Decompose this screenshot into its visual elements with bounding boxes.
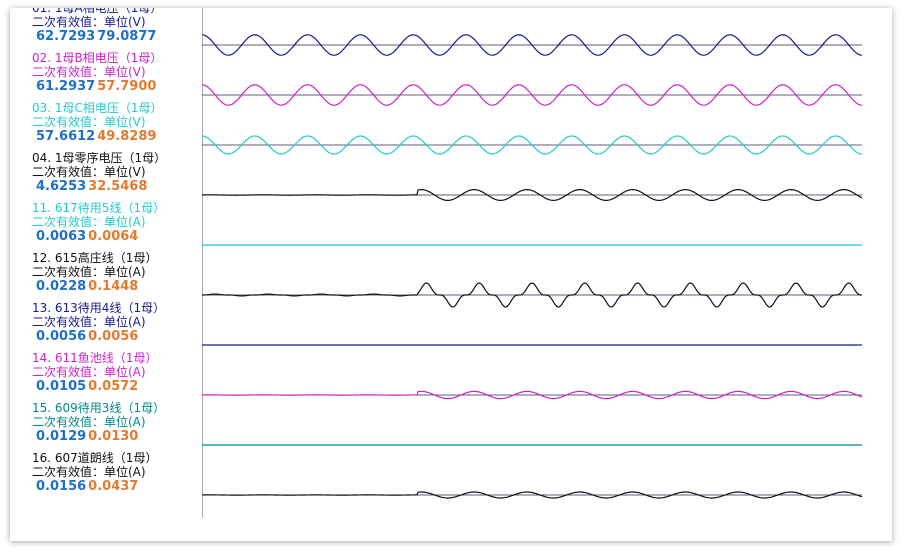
rms-value-cursor1: 0.0228 <box>36 279 87 294</box>
channel-unit-label: 二次有效值：单位(A) <box>32 365 146 379</box>
waveform-panel: 01. 1母A相电压（1母） 二次有效值：单位(V) 62.7293 79.0877 0… <box>10 8 892 541</box>
channel-unit-label: 二次有效值：单位(A) <box>32 415 146 429</box>
rms-value-cursor1: 0.0129 <box>36 429 87 444</box>
channel-title: 13. 613待用4线（1母） <box>32 301 166 315</box>
channel-unit-label: 二次有效值：单位(A) <box>32 265 146 279</box>
channel-label-5[interactable]: 11. 617待用5线（1母） 二次有效值：单位(A) 0.0063 0.0064 <box>10 201 202 251</box>
channel-title: 03. 1母C相电压（1母） <box>32 101 163 115</box>
channel-unit-label: 二次有效值：单位(V) <box>32 115 146 129</box>
channel-title: 02. 1母B相电压（1母） <box>32 51 163 65</box>
channel-unit-label: 二次有效值：单位(V) <box>32 15 146 29</box>
waveform-plot-area[interactable] <box>202 8 882 518</box>
channel-label-10[interactable]: 16. 607道朗线（1母） 二次有效值：单位(A) 0.0156 0.0437 <box>10 451 202 501</box>
channel-unit-label: 二次有效值：单位(V) <box>32 165 146 179</box>
channel-unit-label: 二次有效值：单位(V) <box>32 65 146 79</box>
rms-value-cursor2: 79.0877 <box>97 29 157 44</box>
channel-unit-label: 二次有效值：单位(A) <box>32 465 146 479</box>
rms-value-cursor2: 0.0437 <box>88 479 139 494</box>
rms-value-cursor1: 61.2937 <box>36 79 96 94</box>
rms-value-cursor1: 62.7293 <box>36 29 96 44</box>
rms-value-cursor2: 0.0056 <box>88 329 139 344</box>
channel-unit-label: 二次有效值：单位(A) <box>32 315 146 329</box>
rms-value-cursor2: 49.8289 <box>97 129 157 144</box>
channel-label-column: 01. 1母A相电压（1母） 二次有效值：单位(V) 62.7293 79.0877 0… <box>10 8 202 541</box>
rms-value-cursor1: 4.6253 <box>36 179 87 194</box>
channel-label-8[interactable]: 14. 611鱼池线（1母） 二次有效值：单位(A) 0.0105 0.0572 <box>10 351 202 401</box>
rms-value-cursor1: 57.6612 <box>36 129 96 144</box>
channel-label-6[interactable]: 12. 615高庄线（1母） 二次有效值：单位(A) 0.0228 0.1448 <box>10 251 202 301</box>
rms-value-cursor2: 0.1448 <box>88 279 139 294</box>
rms-value-cursor1: 0.0156 <box>36 479 87 494</box>
channel-values: 4.6253 32.5468 <box>36 180 149 194</box>
channel-values: 62.7293 79.0877 <box>36 30 158 44</box>
channel-values: 0.0228 0.1448 <box>36 280 140 294</box>
rms-value-cursor2: 32.5468 <box>88 179 148 194</box>
rms-value-cursor1: 0.0105 <box>36 379 87 394</box>
channel-values: 0.0129 0.0130 <box>36 430 140 444</box>
channel-title: 12. 615高庄线（1母） <box>32 251 158 265</box>
channel-label-9[interactable]: 15. 609待用3线（1母） 二次有效值：单位(A) 0.0129 0.0130 <box>10 401 202 451</box>
channel-unit-label: 二次有效值：单位(A) <box>32 215 146 229</box>
channel-title: 11. 617待用5线（1母） <box>32 201 166 215</box>
channel-values: 0.0056 0.0056 <box>36 330 140 344</box>
waveform-viewer-window: 01. 1母A相电压（1母） 二次有效值：单位(V) 62.7293 79.0877 0… <box>10 8 892 541</box>
channel-values: 0.0105 0.0572 <box>36 380 140 394</box>
channel-title: 14. 611鱼池线（1母） <box>32 351 158 365</box>
channel-values: 0.0156 0.0437 <box>36 480 140 494</box>
channel-label-1[interactable]: 01. 1母A相电压（1母） 二次有效值：单位(V) 62.7293 79.0877 <box>10 8 202 51</box>
channel-label-4[interactable]: 04. 1母零序电压（1母） 二次有效值：单位(V) 4.6253 32.5468 <box>10 151 202 201</box>
rms-value-cursor2: 0.0572 <box>88 379 139 394</box>
channel-values: 57.6612 49.8289 <box>36 130 158 144</box>
channel-title: 16. 607道朗线（1母） <box>32 451 158 465</box>
rms-value-cursor2: 0.0064 <box>88 229 139 244</box>
channel-values: 61.2937 57.7900 <box>36 80 158 94</box>
channel-values: 0.0063 0.0064 <box>36 230 140 244</box>
rms-value-cursor1: 0.0056 <box>36 329 87 344</box>
rms-value-cursor2: 57.7900 <box>97 79 157 94</box>
rms-value-cursor2: 0.0130 <box>88 429 139 444</box>
channel-title: 15. 609待用3线（1母） <box>32 401 166 415</box>
channel-label-3[interactable]: 03. 1母C相电压（1母） 二次有效值：单位(V) 57.6612 49.8289 <box>10 101 202 151</box>
rms-value-cursor1: 0.0063 <box>36 229 87 244</box>
channel-label-7[interactable]: 13. 613待用4线（1母） 二次有效值：单位(A) 0.0056 0.0056 <box>10 301 202 351</box>
channel-title: 04. 1母零序电压（1母） <box>32 151 167 165</box>
channel-title: 01. 1母A相电压（1母） <box>32 8 163 15</box>
channel-label-2[interactable]: 02. 1母B相电压（1母） 二次有效值：单位(V) 61.2937 57.7900 <box>10 51 202 101</box>
